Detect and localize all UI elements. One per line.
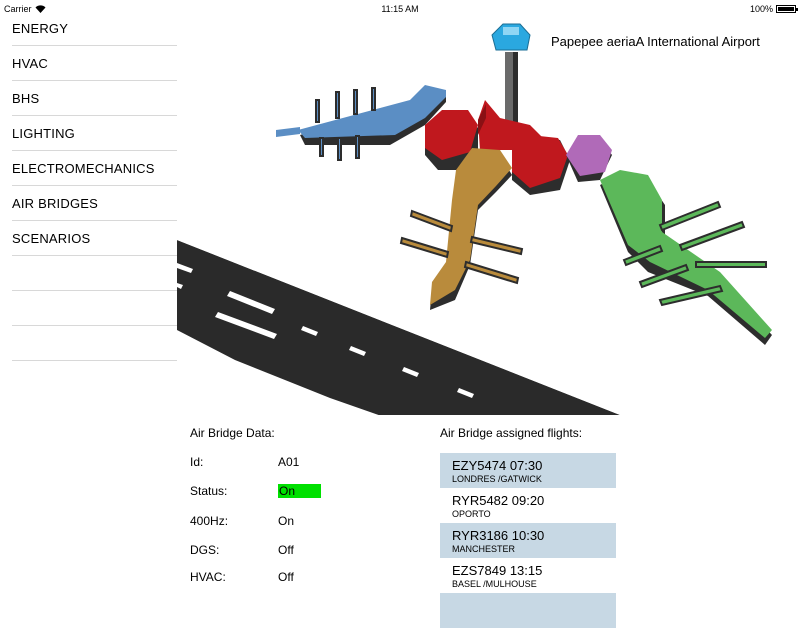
flight-item[interactable]: EZY5474 07:30 LONDRES /GATWICK bbox=[440, 453, 616, 488]
flight-code: EZS7849 13:15 bbox=[452, 563, 543, 578]
flight-code: EZY5474 07:30 bbox=[452, 458, 543, 473]
menu-item-scenarios[interactable]: SCENARIOS bbox=[12, 221, 177, 256]
id-value: A01 bbox=[278, 455, 300, 469]
battery-indicator: 100% bbox=[749, 0, 798, 18]
menu-item-empty[interactable] bbox=[12, 291, 177, 326]
menu-item-empty[interactable] bbox=[12, 256, 177, 291]
flight-code: RYR3186 10:30 bbox=[452, 528, 545, 543]
flight-destination: OPORTO bbox=[452, 509, 491, 519]
dgs-value: Off bbox=[278, 543, 294, 557]
pier-blue[interactable] bbox=[276, 85, 446, 161]
airport-title: Papepee aeriaA International Airport bbox=[551, 34, 760, 49]
flight-item[interactable]: EZS7849 13:15 BASEL /MULHOUSE bbox=[440, 558, 616, 593]
flight-destination: MANCHESTER bbox=[452, 544, 516, 554]
menu-item-empty[interactable] bbox=[12, 326, 177, 361]
menu-item-air-bridges[interactable]: AIR BRIDGES bbox=[12, 186, 177, 221]
hvac-value: Off bbox=[278, 570, 294, 584]
battery-icon bbox=[776, 5, 798, 13]
menu-item-lighting[interactable]: LIGHTING bbox=[12, 116, 177, 151]
side-menu: ENERGY HVAC BHS LIGHTING ELECTROMECHANIC… bbox=[12, 11, 177, 361]
hub-purple[interactable] bbox=[566, 135, 612, 182]
airport-map-drawing bbox=[177, 23, 772, 415]
flight-item[interactable]: RYR5482 09:20 OPORTO bbox=[440, 488, 616, 523]
air-bridge-data-panel: Air Bridge Data: Id: A01 Status: On 400H… bbox=[190, 426, 322, 584]
flight-item[interactable] bbox=[440, 593, 616, 628]
flight-code: RYR5482 09:20 bbox=[452, 493, 545, 508]
battery-percent: 100% bbox=[749, 4, 773, 14]
hz-value: On bbox=[278, 514, 295, 528]
status-value-badge: On bbox=[278, 484, 322, 498]
hz-label: 400Hz: bbox=[190, 514, 229, 528]
assigned-flights-heading: Air Bridge assigned flights: bbox=[440, 426, 583, 440]
airport-map[interactable] bbox=[177, 18, 800, 415]
assigned-flights-panel: Air Bridge assigned flights: EZY5474 07:… bbox=[440, 426, 616, 628]
menu-item-hvac[interactable]: HVAC bbox=[12, 46, 177, 81]
flight-destination: LONDRES /GATWICK bbox=[452, 474, 542, 484]
menu-item-electromechanics[interactable]: ELECTROMECHANICS bbox=[12, 151, 177, 186]
flight-item[interactable]: RYR3186 10:30 MANCHESTER bbox=[440, 523, 616, 558]
hvac-label: HVAC: bbox=[190, 570, 226, 584]
pier-green[interactable] bbox=[600, 170, 772, 345]
menu-item-energy[interactable]: ENERGY bbox=[12, 11, 177, 46]
dgs-label: DGS: bbox=[190, 543, 220, 557]
status-label: Status: bbox=[190, 484, 228, 498]
air-bridge-data-heading: Air Bridge Data: bbox=[190, 426, 275, 440]
flight-destination: BASEL /MULHOUSE bbox=[452, 579, 537, 589]
menu-item-bhs[interactable]: BHS bbox=[12, 81, 177, 116]
id-label: Id: bbox=[190, 455, 204, 469]
pier-gold[interactable] bbox=[399, 148, 524, 310]
